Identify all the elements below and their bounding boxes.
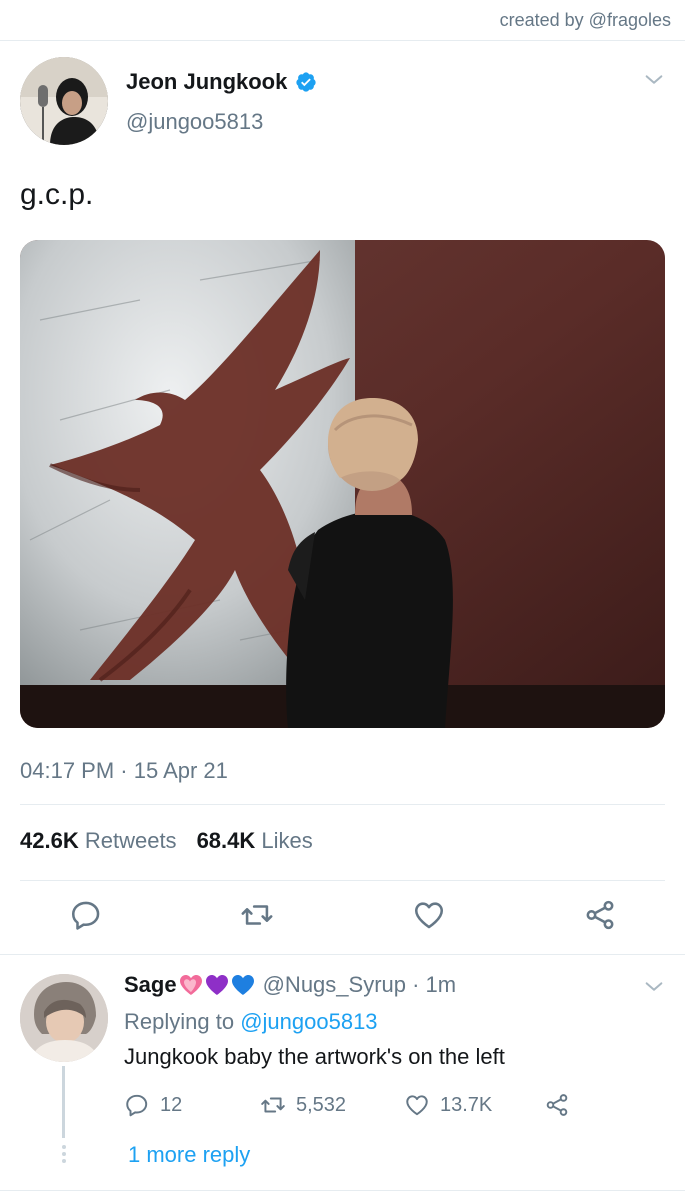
replying-to-prefix: Replying to [124, 1009, 235, 1034]
retweet-icon [261, 1097, 285, 1113]
share-icon[interactable] [583, 898, 617, 932]
reply-retweet-count: 5,532 [296, 1093, 347, 1116]
tweet-header: Jeon Jungkook @jungoo5813 [20, 57, 665, 147]
reply-share-button[interactable] [544, 1092, 570, 1118]
tweet-photo[interactable] [20, 240, 665, 728]
retweet-icon[interactable] [240, 898, 274, 932]
chevron-down-icon[interactable] [643, 976, 665, 998]
retweets-stat[interactable]: 42.6K Retweets [20, 828, 177, 854]
reply-icon [126, 1094, 148, 1117]
purple-heart-icon [205, 975, 228, 995]
avatar[interactable] [20, 974, 108, 1062]
tweet-stats: 42.6K Retweets 68.4K Likes [20, 828, 313, 854]
heart-icon[interactable] [412, 898, 446, 932]
replying-to-line: Replying to @jungoo5813 [124, 1009, 378, 1035]
reply-reply-button[interactable]: 12 [124, 1092, 182, 1118]
thread-line [62, 1066, 65, 1138]
reply-like-button[interactable]: 13.7K [404, 1092, 492, 1118]
retweets-label: Retweets [84, 828, 177, 853]
likes-count: 68.4K [196, 828, 256, 853]
reply-text: Jungkook baby the artwork's on the left [124, 1044, 505, 1069]
reply-header: Sage @Nugs_Syrup · 1m [124, 972, 456, 998]
author-handle[interactable]: @jungoo5813 [126, 109, 263, 135]
tweet-timestamp[interactable]: 04:17 PM · 15 Apr 21 [20, 758, 228, 784]
tweet-text: g.c.p. [20, 178, 94, 211]
tweet-action-bar [0, 898, 685, 936]
reply-like-count: 13.7K [440, 1093, 493, 1116]
reply-handle-time[interactable]: @Nugs_Syrup · 1m [263, 972, 457, 998]
divider [20, 880, 665, 881]
author-name-row: Jeon Jungkook [126, 69, 317, 95]
likes-label: Likes [261, 828, 313, 853]
divider [0, 954, 685, 955]
pink-heart-icon [179, 975, 202, 995]
reply-tweet[interactable]: Sage @Nugs_Syrup · 1m Replying to @jungo… [0, 962, 685, 1192]
replying-to-link[interactable]: @jungoo5813 [240, 1009, 377, 1034]
more-replies-link[interactable]: 1 more reply [128, 1142, 250, 1168]
chevron-down-icon[interactable] [643, 69, 665, 91]
avatar[interactable] [20, 57, 108, 145]
divider [0, 40, 685, 41]
reply-icon[interactable] [69, 898, 103, 932]
divider [0, 1190, 685, 1191]
blue-heart-icon [231, 975, 254, 995]
verified-badge-icon [296, 72, 316, 92]
author-display-name[interactable]: Jeon Jungkook [126, 69, 287, 95]
reply-display-name[interactable]: Sage [124, 972, 177, 998]
reply-action-bar: 12 5,532 13.7K [124, 1092, 644, 1120]
reply-retweet-button[interactable]: 5,532 [260, 1092, 346, 1118]
share-icon [546, 1094, 568, 1116]
heart-icon [406, 1095, 428, 1116]
watermark-credit: created by @fragoles [499, 10, 671, 30]
thread-dots [60, 1145, 67, 1166]
divider [20, 804, 665, 805]
retweets-count: 42.6K [20, 828, 79, 853]
reply-reply-count: 12 [160, 1093, 183, 1116]
likes-stat[interactable]: 68.4K Likes [197, 828, 313, 854]
